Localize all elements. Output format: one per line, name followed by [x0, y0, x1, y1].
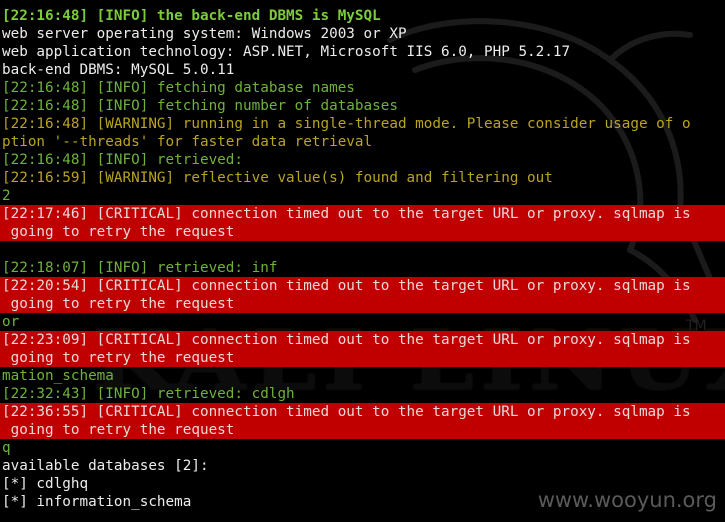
log-line: available databases [2]: [2, 458, 209, 474]
log-line: [22:16:48] [INFO] the back-end DBMS is M… [2, 8, 381, 24]
critical-log-line: [22:17:46] [CRITICAL] connection timed o… [0, 205, 725, 223]
log-line: [22:16:48] [INFO] fetching database name… [2, 80, 355, 96]
log-line: q [2, 440, 11, 456]
log-line: [22:18:07] [INFO] retrieved: inf [2, 260, 278, 276]
log-line: 2 [2, 188, 11, 204]
terminal-window[interactable]: KALI LINUX TM www.wooyun.org [22:16:48] … [0, 0, 725, 522]
log-line: ption '--threads' for faster data retrie… [2, 134, 373, 150]
log-line: [22:16:59] [WARNING] reflective value(s)… [2, 170, 553, 186]
log-line: [22:32:43] [INFO] retrieved: cdlgh [2, 386, 295, 402]
log-line: web server operating system: Windows 200… [2, 26, 407, 42]
critical-log-line: going to retry the request [0, 223, 725, 241]
critical-log-line: [22:20:54] [CRITICAL] connection timed o… [0, 277, 725, 295]
log-line: [*] cdlghq [2, 476, 89, 492]
log-line: [22:16:48] [INFO] fetching number of dat… [2, 98, 398, 114]
critical-log-line: [22:23:09] [CRITICAL] connection timed o… [0, 331, 725, 349]
log-line: [22:16:48] [WARNING] running in a single… [2, 116, 691, 132]
log-line: back-end DBMS: MySQL 5.0.11 [2, 62, 235, 78]
critical-log-line: [22:36:55] [CRITICAL] connection timed o… [0, 403, 725, 421]
log-line: [22:16:48] [INFO] retrieved: [2, 152, 252, 168]
log-line: mation_schema [2, 368, 114, 384]
log-line: web application technology: ASP.NET, Mic… [2, 44, 571, 60]
log-line: [*] information_schema [2, 494, 192, 510]
log-line: or [2, 314, 20, 330]
terminal-output: [22:16:48] [INFO] the back-end DBMS is M… [0, 7, 725, 511]
critical-log-line: going to retry the request [0, 421, 725, 439]
critical-log-line: going to retry the request [0, 349, 725, 367]
critical-log-line: going to retry the request [0, 295, 725, 313]
